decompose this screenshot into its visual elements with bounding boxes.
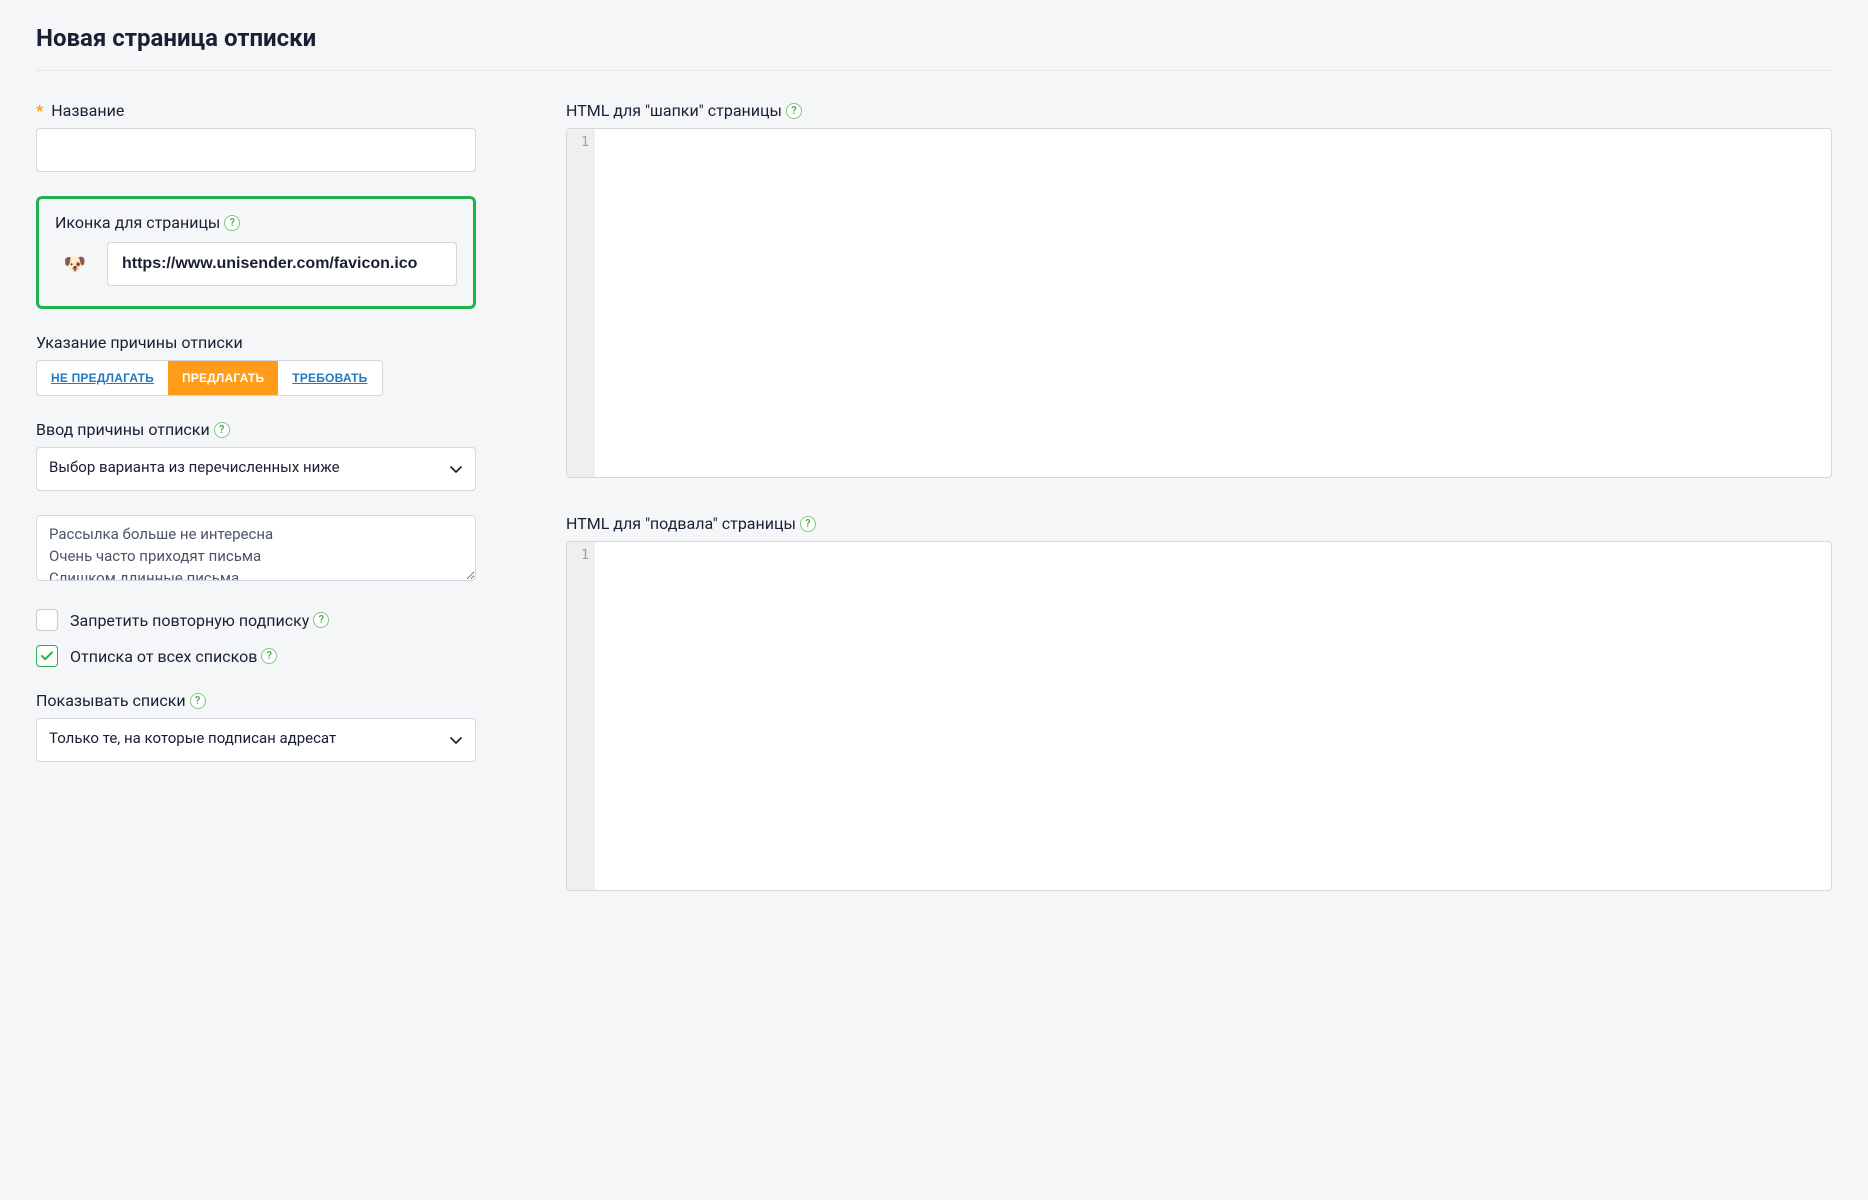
checkbox-unsub-all-row: Отписка от всех списков ? [36, 645, 476, 667]
header-html-editor[interactable]: 1 [566, 128, 1832, 478]
divider [36, 70, 1832, 71]
field-reason-mode: Указание причины отписки НЕ ПРЕДЛАГАТЬ П… [36, 333, 476, 396]
help-icon[interactable]: ? [224, 215, 240, 231]
favicon-url-input[interactable] [107, 242, 457, 286]
editor-gutter: 1 [567, 542, 595, 890]
unsub-all-checkbox[interactable] [36, 645, 58, 667]
reason-mode-suggest-button[interactable]: ПРЕДЛАГАТЬ [168, 361, 278, 395]
favicon-preview: 🐶 [55, 244, 95, 284]
show-lists-select[interactable]: Только те, на которые подписан адресат [36, 718, 476, 762]
reason-mode-require-button[interactable]: ТРЕБОВАТЬ [278, 361, 381, 395]
page-title: Новая страница отписки [36, 24, 1832, 52]
field-reason-presets [36, 515, 476, 585]
help-icon[interactable]: ? [313, 612, 329, 628]
show-lists-label: Показывать списки [36, 691, 186, 710]
reason-mode-none-button[interactable]: НЕ ПРЕДЛАГАТЬ [37, 361, 168, 395]
reason-mode-label: Указание причины отписки [36, 333, 243, 352]
reason-input-label: Ввод причины отписки [36, 420, 210, 439]
field-reason-input: Ввод причины отписки ? Выбор варианта из… [36, 420, 476, 491]
editor-gutter: 1 [567, 129, 595, 477]
required-star-icon: * [36, 101, 43, 120]
reason-mode-group: НЕ ПРЕДЛАГАТЬ ПРЕДЛАГАТЬ ТРЕБОВАТЬ [36, 360, 383, 396]
favicon-highlight-box: Иконка для страницы ? 🐶 [36, 196, 476, 309]
reason-input-select[interactable]: Выбор варианта из перечисленных ниже [36, 447, 476, 491]
help-icon[interactable]: ? [786, 103, 802, 119]
editor-body[interactable] [595, 542, 1831, 890]
help-icon[interactable]: ? [214, 422, 230, 438]
reason-presets-textarea[interactable] [36, 515, 476, 581]
line-number: 1 [567, 135, 589, 150]
header-html-label: HTML для "шапки" страницы [566, 101, 782, 120]
field-name: * Название [36, 101, 476, 172]
help-icon[interactable]: ? [190, 693, 206, 709]
editor-body[interactable] [595, 129, 1831, 477]
field-header-html: HTML для "шапки" страницы ? 1 [566, 101, 1832, 478]
favicon-label: Иконка для страницы [55, 213, 220, 232]
footer-html-editor[interactable]: 1 [566, 541, 1832, 891]
line-number: 1 [567, 548, 589, 563]
favicon-emoji-icon: 🐶 [64, 254, 86, 275]
name-label: Название [51, 101, 124, 120]
footer-html-label: HTML для "подвала" страницы [566, 514, 796, 533]
field-footer-html: HTML для "подвала" страницы ? 1 [566, 514, 1832, 891]
help-icon[interactable]: ? [261, 648, 277, 664]
name-input[interactable] [36, 128, 476, 172]
field-show-lists: Показывать списки ? Только те, на которы… [36, 691, 476, 762]
unsub-all-label: Отписка от всех списков [70, 647, 257, 666]
checkbox-forbid-resubscribe-row: Запретить повторную подписку ? [36, 609, 476, 631]
forbid-resubscribe-checkbox[interactable] [36, 609, 58, 631]
forbid-resubscribe-label: Запретить повторную подписку [70, 611, 309, 630]
help-icon[interactable]: ? [800, 516, 816, 532]
